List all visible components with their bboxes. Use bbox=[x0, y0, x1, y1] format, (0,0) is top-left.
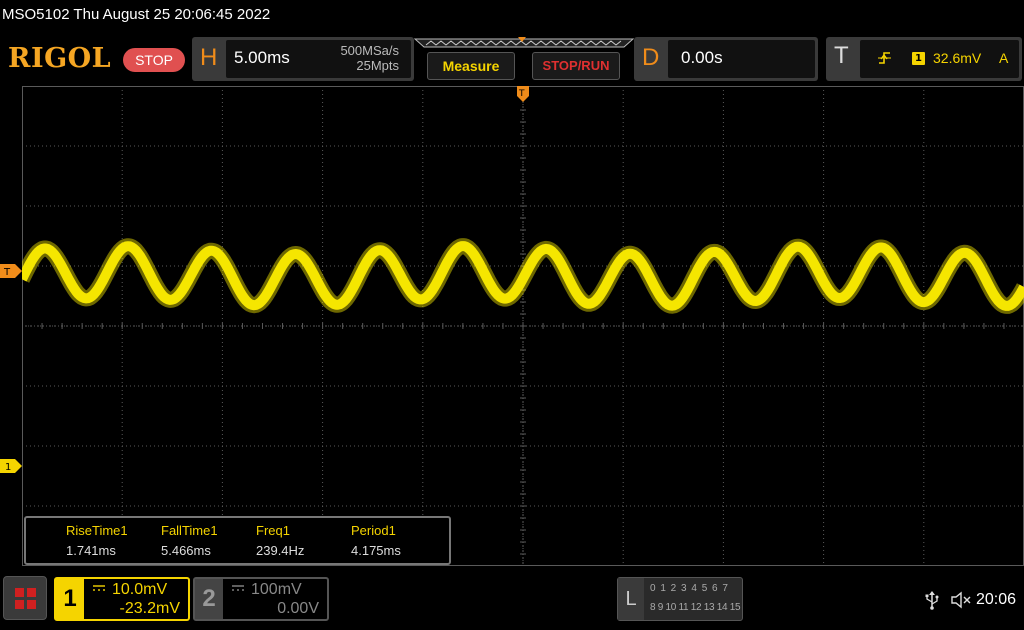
measurement-fall-time: FallTime1 5.466ms bbox=[161, 523, 218, 558]
run-status-badge[interactable]: STOP bbox=[123, 48, 185, 72]
horizontal-panel[interactable]: H 5.00ms 500MSa/s 25Mpts bbox=[192, 37, 414, 81]
logic-channels-row-1: 0 1 2 3 4 5 6 7 bbox=[650, 583, 729, 594]
channel-2-scale: 100mV bbox=[251, 581, 302, 598]
top-toolbar: RIGOL STOP H 5.00ms 500MSa/s 25Mpts Meas… bbox=[0, 34, 1024, 86]
trigger-letter: T bbox=[834, 42, 849, 69]
logic-letter: L bbox=[618, 578, 644, 620]
delay-value: 0.00s bbox=[681, 48, 723, 67]
measurement-results[interactable]: RiseTime1 1.741ms FallTime1 5.466ms Freq… bbox=[24, 516, 451, 565]
delay-readout: 0.00s bbox=[668, 40, 815, 78]
sample-rate: 500MSa/s bbox=[340, 43, 399, 58]
trigger-coupling-mode: A bbox=[999, 50, 1009, 66]
memory-depth: 25Mpts bbox=[356, 58, 399, 73]
sample-rate-info: 500MSa/s 25Mpts bbox=[340, 43, 399, 73]
stop-run-button[interactable]: STOP/RUN bbox=[532, 52, 620, 80]
waveform-display[interactable] bbox=[22, 86, 1024, 566]
trigger-time-marker[interactable]: T bbox=[516, 86, 530, 110]
trigger-panel[interactable]: T 1 32.6mV A bbox=[826, 37, 1022, 81]
dc-coupling-icon bbox=[93, 585, 105, 591]
channel-2-panel[interactable]: 2 100mV 0.00V bbox=[193, 577, 329, 621]
horizontal-readout: 5.00ms 500MSa/s 25Mpts bbox=[226, 40, 411, 78]
svg-text:T: T bbox=[518, 89, 525, 99]
system-clock: 20:06 bbox=[976, 591, 1017, 608]
menu-grid-icon[interactable] bbox=[3, 576, 47, 620]
trigger-source-badge: 1 bbox=[912, 52, 925, 65]
timebase-value: 5.00ms bbox=[234, 48, 290, 67]
trigger-marker-label: T bbox=[3, 267, 11, 278]
usb-icon bbox=[925, 591, 939, 610]
channel-1-number: 1 bbox=[56, 579, 84, 619]
ch1-offset-marker[interactable]: 1 bbox=[0, 459, 22, 473]
speaker-muted-icon[interactable] bbox=[950, 590, 972, 610]
channel-1-scale: 10.0mV bbox=[112, 581, 168, 598]
title-bar: MSO5102 Thu August 25 20:06:45 2022 bbox=[0, 0, 1024, 34]
channel-2-number: 2 bbox=[195, 579, 223, 619]
rigol-logo: RIGOL bbox=[8, 43, 112, 74]
channel-2-offset: 0.00V bbox=[277, 600, 319, 617]
horizontal-letter: H bbox=[200, 44, 218, 71]
delay-panel[interactable]: D 0.00s bbox=[634, 37, 818, 81]
ch1-waveform-trace bbox=[22, 238, 1024, 314]
measurement-frequency: Freq1 239.4Hz bbox=[256, 523, 305, 558]
trigger-level-marker[interactable]: T bbox=[0, 264, 22, 278]
measurement-rise-time: RiseTime1 1.741ms bbox=[66, 523, 128, 558]
delay-letter: D bbox=[642, 44, 660, 71]
trigger-readout: 1 32.6mV A bbox=[860, 40, 1019, 78]
logic-analyzer-panel[interactable]: L 0 1 2 3 4 5 6 7 8 9 10 11 12 13 14 15 bbox=[617, 577, 743, 621]
rising-edge-icon bbox=[878, 52, 891, 64]
logic-channels-row-2: 8 9 10 11 12 13 14 15 bbox=[650, 602, 741, 613]
channel-1-offset: -23.2mV bbox=[119, 600, 180, 617]
trigger-level-value: 32.6mV bbox=[933, 50, 982, 66]
ch1-trace-line bbox=[22, 241, 1024, 311]
bottom-status-bar: 1 10.0mV -23.2mV 2 100mV 0.00V L 0 1 2 3… bbox=[0, 566, 1024, 630]
measurement-period: Period1 4.175ms bbox=[351, 523, 401, 558]
trigger-position-bar bbox=[414, 37, 634, 48]
measure-button[interactable]: Measure bbox=[427, 52, 515, 80]
dc-coupling-icon bbox=[232, 585, 244, 591]
window-title: MSO5102 Thu August 25 20:06:45 2022 bbox=[2, 6, 271, 23]
channel-1-panel[interactable]: 1 10.0mV -23.2mV bbox=[54, 577, 190, 621]
ch1-marker-label: 1 bbox=[5, 462, 11, 473]
